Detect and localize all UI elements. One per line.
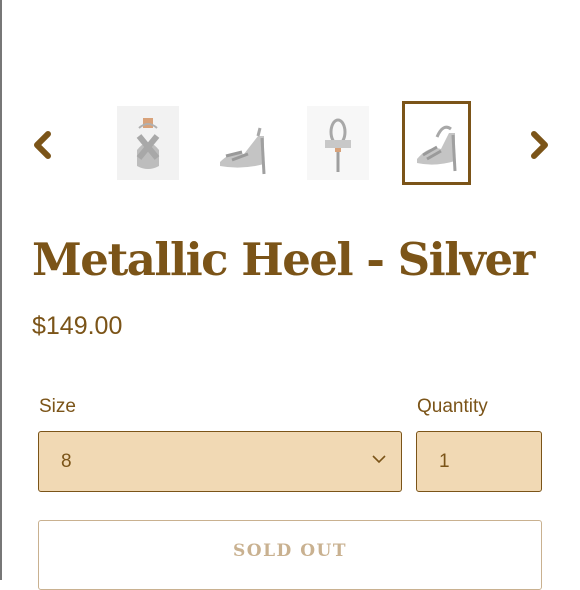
chevron-left-icon	[34, 131, 51, 159]
product-title: Metallic Heel - Silver	[32, 233, 535, 286]
thumbnail-back[interactable]	[305, 103, 371, 183]
chevron-right-icon	[531, 131, 548, 159]
gallery-prev-button[interactable]	[28, 128, 56, 162]
shoe-angle-image	[406, 107, 467, 179]
shoe-back-image	[307, 106, 369, 180]
product-price: $149.00	[32, 312, 123, 340]
chevron-down-icon	[372, 455, 386, 464]
size-select-value: 8	[61, 451, 72, 472]
size-label: Size	[39, 396, 76, 417]
quantity-input[interactable]	[416, 431, 542, 492]
thumbnail-front[interactable]	[115, 103, 181, 183]
quantity-label: Quantity	[417, 396, 488, 417]
thumbnail-angle-selected[interactable]	[402, 101, 471, 185]
shoe-side-image	[212, 106, 274, 180]
gallery-next-button[interactable]	[526, 128, 554, 162]
shoe-front-image	[117, 106, 179, 180]
size-select[interactable]: 8	[38, 431, 402, 492]
thumbnail-side[interactable]	[210, 103, 276, 183]
page-edge-divider	[0, 0, 2, 580]
